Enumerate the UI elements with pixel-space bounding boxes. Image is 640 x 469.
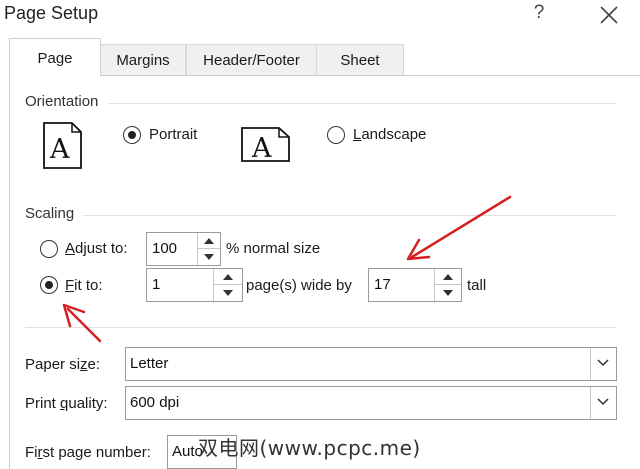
fit-tall-up-button[interactable] <box>435 269 461 285</box>
scaling-separator <box>83 215 616 216</box>
print-quality-label: Print quality: <box>25 395 108 412</box>
landscape-radio[interactable] <box>327 126 345 144</box>
portrait-page-icon: A <box>43 122 82 169</box>
chevron-down-icon <box>597 359 609 367</box>
portrait-radio[interactable] <box>123 126 141 144</box>
chevron-up-icon <box>443 274 453 280</box>
landscape-page-icon: A <box>241 127 290 163</box>
scaling-heading: Scaling <box>25 205 75 222</box>
close-icon <box>600 6 618 24</box>
fit-to-radio[interactable] <box>40 276 58 294</box>
portrait-label[interactable]: Portrait <box>149 126 197 143</box>
adjust-to-spinner[interactable]: 100 <box>146 232 221 266</box>
print-quality-select[interactable]: 600 dpi <box>125 386 617 420</box>
fit-tall-down-button[interactable] <box>435 285 461 301</box>
fit-tall-value[interactable]: 17 <box>374 276 391 293</box>
adjust-down-button[interactable] <box>198 249 220 265</box>
chevron-down-icon <box>223 290 233 296</box>
chevron-down-icon <box>597 398 609 406</box>
fit-wide-value[interactable]: 1 <box>152 276 160 293</box>
adjust-to-label[interactable]: Adjust to: <box>65 240 128 257</box>
chevron-down-icon <box>204 254 214 260</box>
adjust-up-button[interactable] <box>198 233 220 249</box>
landscape-label[interactable]: Landscape <box>353 126 426 143</box>
fit-wide-spinner[interactable]: 1 <box>146 268 243 302</box>
adjust-to-suffix: % normal size <box>226 240 321 257</box>
fit-wide-up-button[interactable] <box>214 269 242 285</box>
first-page-number-label: First page number: <box>25 444 151 461</box>
paper-size-label: Paper size: <box>25 356 101 373</box>
print-quality-dropdown-button[interactable] <box>590 387 616 419</box>
chevron-down-icon <box>443 290 453 296</box>
watermark-text: 双电网(www.pcpc.me) <box>198 436 421 460</box>
paper-size-select[interactable]: Letter <box>125 347 617 381</box>
help-button[interactable]: ? <box>528 2 550 28</box>
adjust-to-radio[interactable] <box>40 240 58 258</box>
fit-tall-spin-buttons <box>434 269 461 301</box>
adjust-to-value[interactable]: 100 <box>152 240 177 257</box>
fit-tall-spinner[interactable]: 17 <box>368 268 462 302</box>
svg-text:A: A <box>49 134 70 165</box>
close-button[interactable] <box>594 1 624 29</box>
fit-wide-spin-buttons <box>213 269 242 301</box>
fit-tall-suffix: tall <box>467 277 487 294</box>
tab-page[interactable]: Page <box>9 38 101 76</box>
tab-sheet[interactable]: Sheet <box>316 44 404 75</box>
fit-to-label[interactable]: Fit to: <box>65 277 103 294</box>
print-quality-value[interactable]: 600 dpi <box>130 394 179 411</box>
orientation-separator <box>108 103 616 104</box>
svg-text:A: A <box>251 133 272 163</box>
tab-margins[interactable]: Margins <box>100 44 186 75</box>
paper-size-value[interactable]: Letter <box>130 355 168 372</box>
fit-wide-suffix: page(s) wide by <box>246 277 352 294</box>
paper-size-dropdown-button[interactable] <box>590 348 616 380</box>
dialog-title: Page Setup <box>4 3 99 23</box>
orientation-heading: Orientation <box>25 93 99 110</box>
fit-wide-down-button[interactable] <box>214 285 242 301</box>
tab-header-footer[interactable]: Header/Footer <box>186 44 317 75</box>
adjust-to-spin-buttons <box>197 233 220 265</box>
options-separator <box>25 327 616 328</box>
chevron-up-icon <box>204 238 214 244</box>
chevron-up-icon <box>223 274 233 280</box>
title-bar: Page Setup ? <box>0 0 640 32</box>
